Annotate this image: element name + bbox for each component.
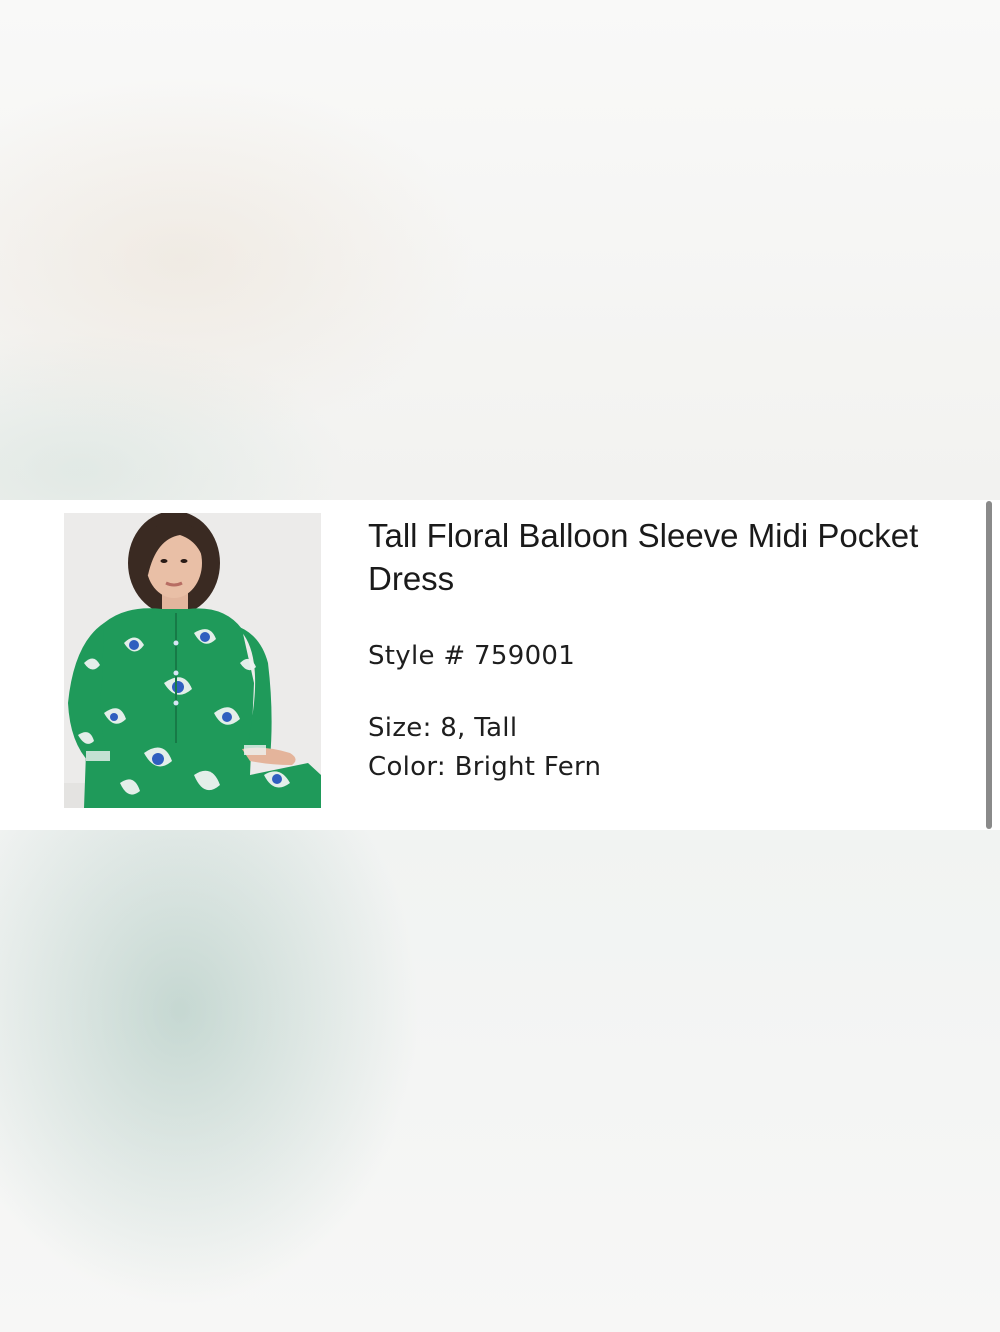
background-glow	[0, 830, 1000, 1332]
blurred-background-top	[0, 0, 1000, 500]
scrollbar[interactable]	[986, 501, 992, 829]
style-number: 759001	[474, 641, 576, 671]
color-label: Color:	[368, 752, 446, 782]
size-value: 8, Tall	[440, 713, 518, 743]
size-label: Size:	[368, 713, 432, 743]
style-number-row: Style # 759001	[368, 641, 575, 671]
model-photo-illustration	[64, 513, 321, 808]
product-title[interactable]: Tall Floral Balloon Sleeve Midi Pocket D…	[368, 514, 948, 600]
color-value: Bright Fern	[454, 752, 602, 782]
product-card[interactable]: Tall Floral Balloon Sleeve Midi Pocket D…	[0, 500, 1000, 830]
blurred-background-bottom	[0, 830, 1000, 1332]
style-label: Style #	[368, 641, 466, 671]
size-row: Size: 8, Tall	[368, 713, 517, 743]
color-row: Color: Bright Fern	[368, 752, 601, 782]
product-image[interactable]	[64, 513, 321, 808]
